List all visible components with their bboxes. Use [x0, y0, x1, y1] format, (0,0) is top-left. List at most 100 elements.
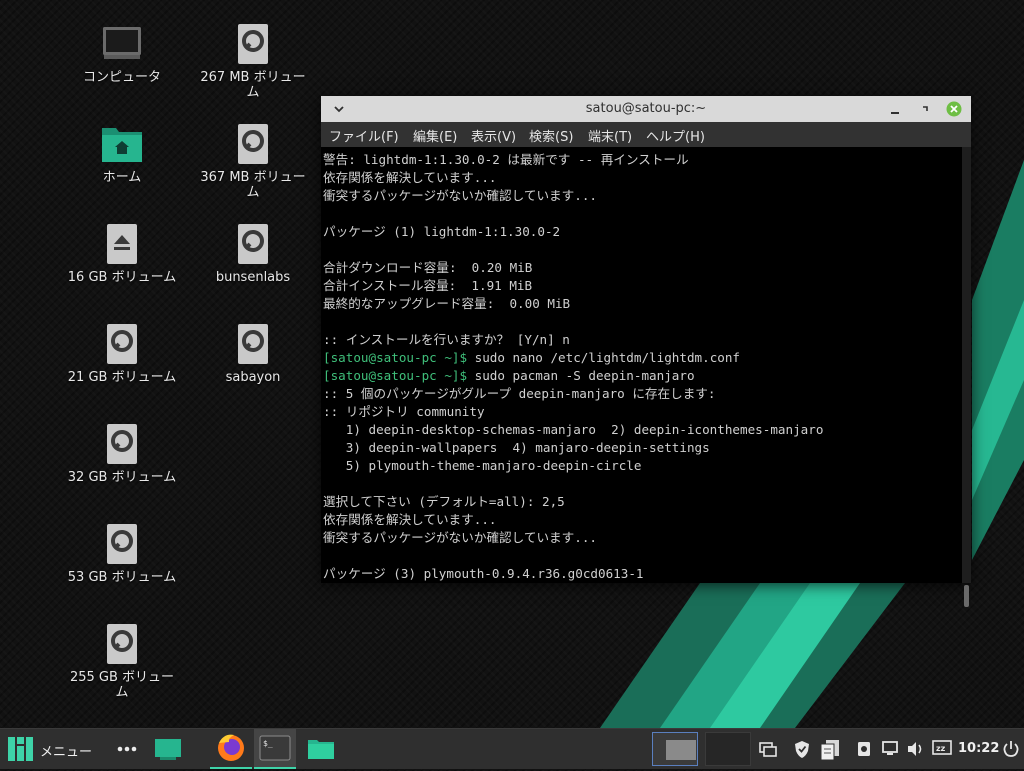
terminal-output[interactable]: 警告: lightdm-1:1.30.0-2 は最新です -- 再インストール依…: [321, 147, 962, 583]
terminal-line-text: パッケージ (3) plymouth-0.9.4.r36.g0cd0613-1: [323, 566, 644, 581]
terminal-line-text: 3) deepin-wallpapers 4) manjaro-deepin-s…: [323, 440, 710, 455]
terminal-line: 1) deepin-desktop-schemas-manjaro 2) dee…: [323, 421, 962, 439]
menu-item[interactable]: ヘルプ(H): [646, 126, 705, 145]
show-apps-icon[interactable]: [116, 729, 138, 769]
terminal-line-text: sudo nano /etc/lightdm/lightdm.conf: [467, 350, 741, 365]
desktop-icon[interactable]: bunsenlabs: [198, 222, 308, 285]
minimize-icon[interactable]: [887, 101, 903, 117]
desktop-icon-label: bunsenlabs: [215, 270, 291, 285]
taskbar: メニュー $_ zz 10:22: [0, 728, 1024, 769]
firefox-icon: [218, 734, 244, 761]
drive-icon: [238, 24, 268, 64]
terminal-line: 合計ダウンロード容量: 0.20 MiB: [323, 259, 962, 277]
volume-icon[interactable]: [905, 729, 927, 769]
menu-item[interactable]: 表示(V): [471, 126, 516, 145]
desktop-icon-label: コンピュータ: [82, 70, 161, 85]
terminal-task[interactable]: $_: [254, 729, 296, 769]
menu-item[interactable]: 端末(T): [588, 126, 632, 145]
scrollbar-thumb[interactable]: [964, 585, 969, 607]
notes-icon[interactable]: [818, 729, 842, 769]
desktop-icon-label: 53 GB ボリューム: [67, 570, 177, 585]
desktop-icon[interactable]: ホーム: [67, 122, 177, 185]
desktop-icon[interactable]: 21 GB ボリューム: [67, 322, 177, 385]
display-icon[interactable]: [880, 729, 900, 769]
terminal-line-text: 衝突するパッケージがないか確認しています...: [323, 188, 597, 203]
svg-text:zz: zz: [936, 744, 946, 753]
desktop-icon[interactable]: 267 MB ボリューム: [198, 22, 308, 100]
close-icon[interactable]: [946, 101, 962, 117]
shield-icon[interactable]: [792, 729, 812, 769]
drive-icon: [107, 424, 137, 464]
terminal-line-text: :: リポジトリ community: [323, 404, 485, 419]
terminal-icon: $_: [259, 735, 291, 761]
power-icon[interactable]: [1001, 729, 1021, 769]
terminal-line: 合計インストール容量: 1.91 MiB: [323, 277, 962, 295]
terminal-line-text: 最終的なアップグレード容量: 0.00 MiB: [323, 296, 571, 311]
desktop-icon[interactable]: 32 GB ボリューム: [67, 422, 177, 485]
terminal-line-text: 依存関係を解決しています...: [323, 512, 497, 527]
firefox-task[interactable]: [210, 729, 252, 769]
menu-item[interactable]: 検索(S): [529, 126, 573, 145]
terminal-line: パッケージ (3) plymouth-0.9.4.r36.g0cd0613-1: [323, 565, 962, 583]
menu-item[interactable]: 編集(E): [413, 126, 457, 145]
workspace-1[interactable]: [652, 732, 698, 766]
window-list-icon[interactable]: [758, 729, 778, 769]
desktop-icon[interactable]: コンピュータ: [67, 22, 177, 85]
menu-item[interactable]: ファイル(F): [329, 126, 399, 145]
desktop-icon-label: 255 GB ボリューム: [69, 670, 175, 700]
desktop-icon[interactable]: 255 GB ボリューム: [67, 622, 177, 700]
file-manager-icon[interactable]: [305, 729, 337, 769]
workspace-2[interactable]: [705, 732, 751, 766]
desktop-icon[interactable]: 16 GB ボリューム: [67, 222, 177, 285]
terminal-line: [satou@satou-pc ~]$ sudo nano /etc/light…: [323, 349, 962, 367]
terminal-line: :: 5 個のパッケージがグループ deepin-manjaro に存在します:: [323, 385, 962, 403]
scrollbar[interactable]: [962, 147, 971, 583]
terminal-window[interactable]: satou@satou-pc:~ ファイル(F) 編集(E) 表示(V) 検索(S) 端…: [321, 96, 971, 607]
terminal-line-text: 依存関係を解決しています...: [323, 170, 497, 185]
terminal-line-text: 警告: lightdm-1:1.30.0-2 は最新です -- 再インストール: [323, 152, 689, 167]
drive-icon: [107, 324, 137, 364]
desktop-icon-label: 367 MB ボリューム: [200, 170, 306, 200]
desktop-icon-label: 32 GB ボリューム: [67, 470, 177, 485]
terminal-titlebar[interactable]: satou@satou-pc:~: [321, 96, 971, 122]
terminal-line: 5) plymouth-theme-manjaro-deepin-circle: [323, 457, 962, 475]
drive-icon: [238, 224, 268, 264]
terminal-line-text: 選択して下さい (デフォルト=all): 2,5: [323, 494, 565, 509]
manjaro-logo-icon[interactable]: [6, 729, 34, 769]
desktop-icon[interactable]: sabayon: [198, 322, 308, 385]
terminal-line: 依存関係を解決しています...: [323, 511, 962, 529]
terminal-line-text: パッケージ (1) lightdm-1:1.30.0-2: [323, 224, 561, 239]
terminal-line: [satou@satou-pc ~]$ sudo pacman -S deepi…: [323, 367, 962, 385]
desktop-icon-label: 16 GB ボリューム: [67, 270, 177, 285]
terminal-line: パッケージ (1) lightdm-1:1.30.0-2: [323, 223, 962, 241]
desktop-icon[interactable]: 53 GB ボリューム: [67, 522, 177, 585]
terminal-line-text: 1) deepin-desktop-schemas-manjaro 2) dee…: [323, 422, 824, 437]
desktop-icon[interactable]: 367 MB ボリューム: [198, 122, 308, 200]
menu-button-label[interactable]: メニュー: [40, 741, 92, 760]
show-desktop-icon[interactable]: [152, 729, 184, 769]
maximize-icon[interactable]: [917, 101, 933, 117]
terminal-menubar: ファイル(F) 編集(E) 表示(V) 検索(S) 端末(T) ヘルプ(H): [321, 122, 971, 147]
sleep-inhibit-icon[interactable]: zz: [931, 729, 953, 769]
disk-mount-icon[interactable]: [855, 729, 873, 769]
terminal-line: 最終的なアップグレード容量: 0.00 MiB: [323, 295, 962, 313]
clock[interactable]: 10:22: [958, 741, 999, 756]
eject-drive-icon: [107, 224, 137, 264]
terminal-line-text: 合計インストール容量: 1.91 MiB: [323, 278, 533, 293]
desktop-icon-label: sabayon: [225, 370, 281, 385]
terminal-line-text: 5) plymouth-theme-manjaro-deepin-circle: [323, 458, 642, 473]
terminal-line: 衝突するパッケージがないか確認しています...: [323, 187, 962, 205]
drive-icon: [107, 624, 137, 664]
drive-icon: [238, 124, 268, 164]
terminal-line-text: sudo pacman -S deepin-manjaro: [467, 368, 695, 383]
terminal-line: :: リポジトリ community: [323, 403, 962, 421]
window-title: satou@satou-pc:~: [585, 101, 707, 116]
drive-icon: [107, 524, 137, 564]
terminal-line: 警告: lightdm-1:1.30.0-2 は最新です -- 再インストール: [323, 151, 962, 169]
shell-prompt: [satou@satou-pc ~]$: [323, 368, 468, 383]
